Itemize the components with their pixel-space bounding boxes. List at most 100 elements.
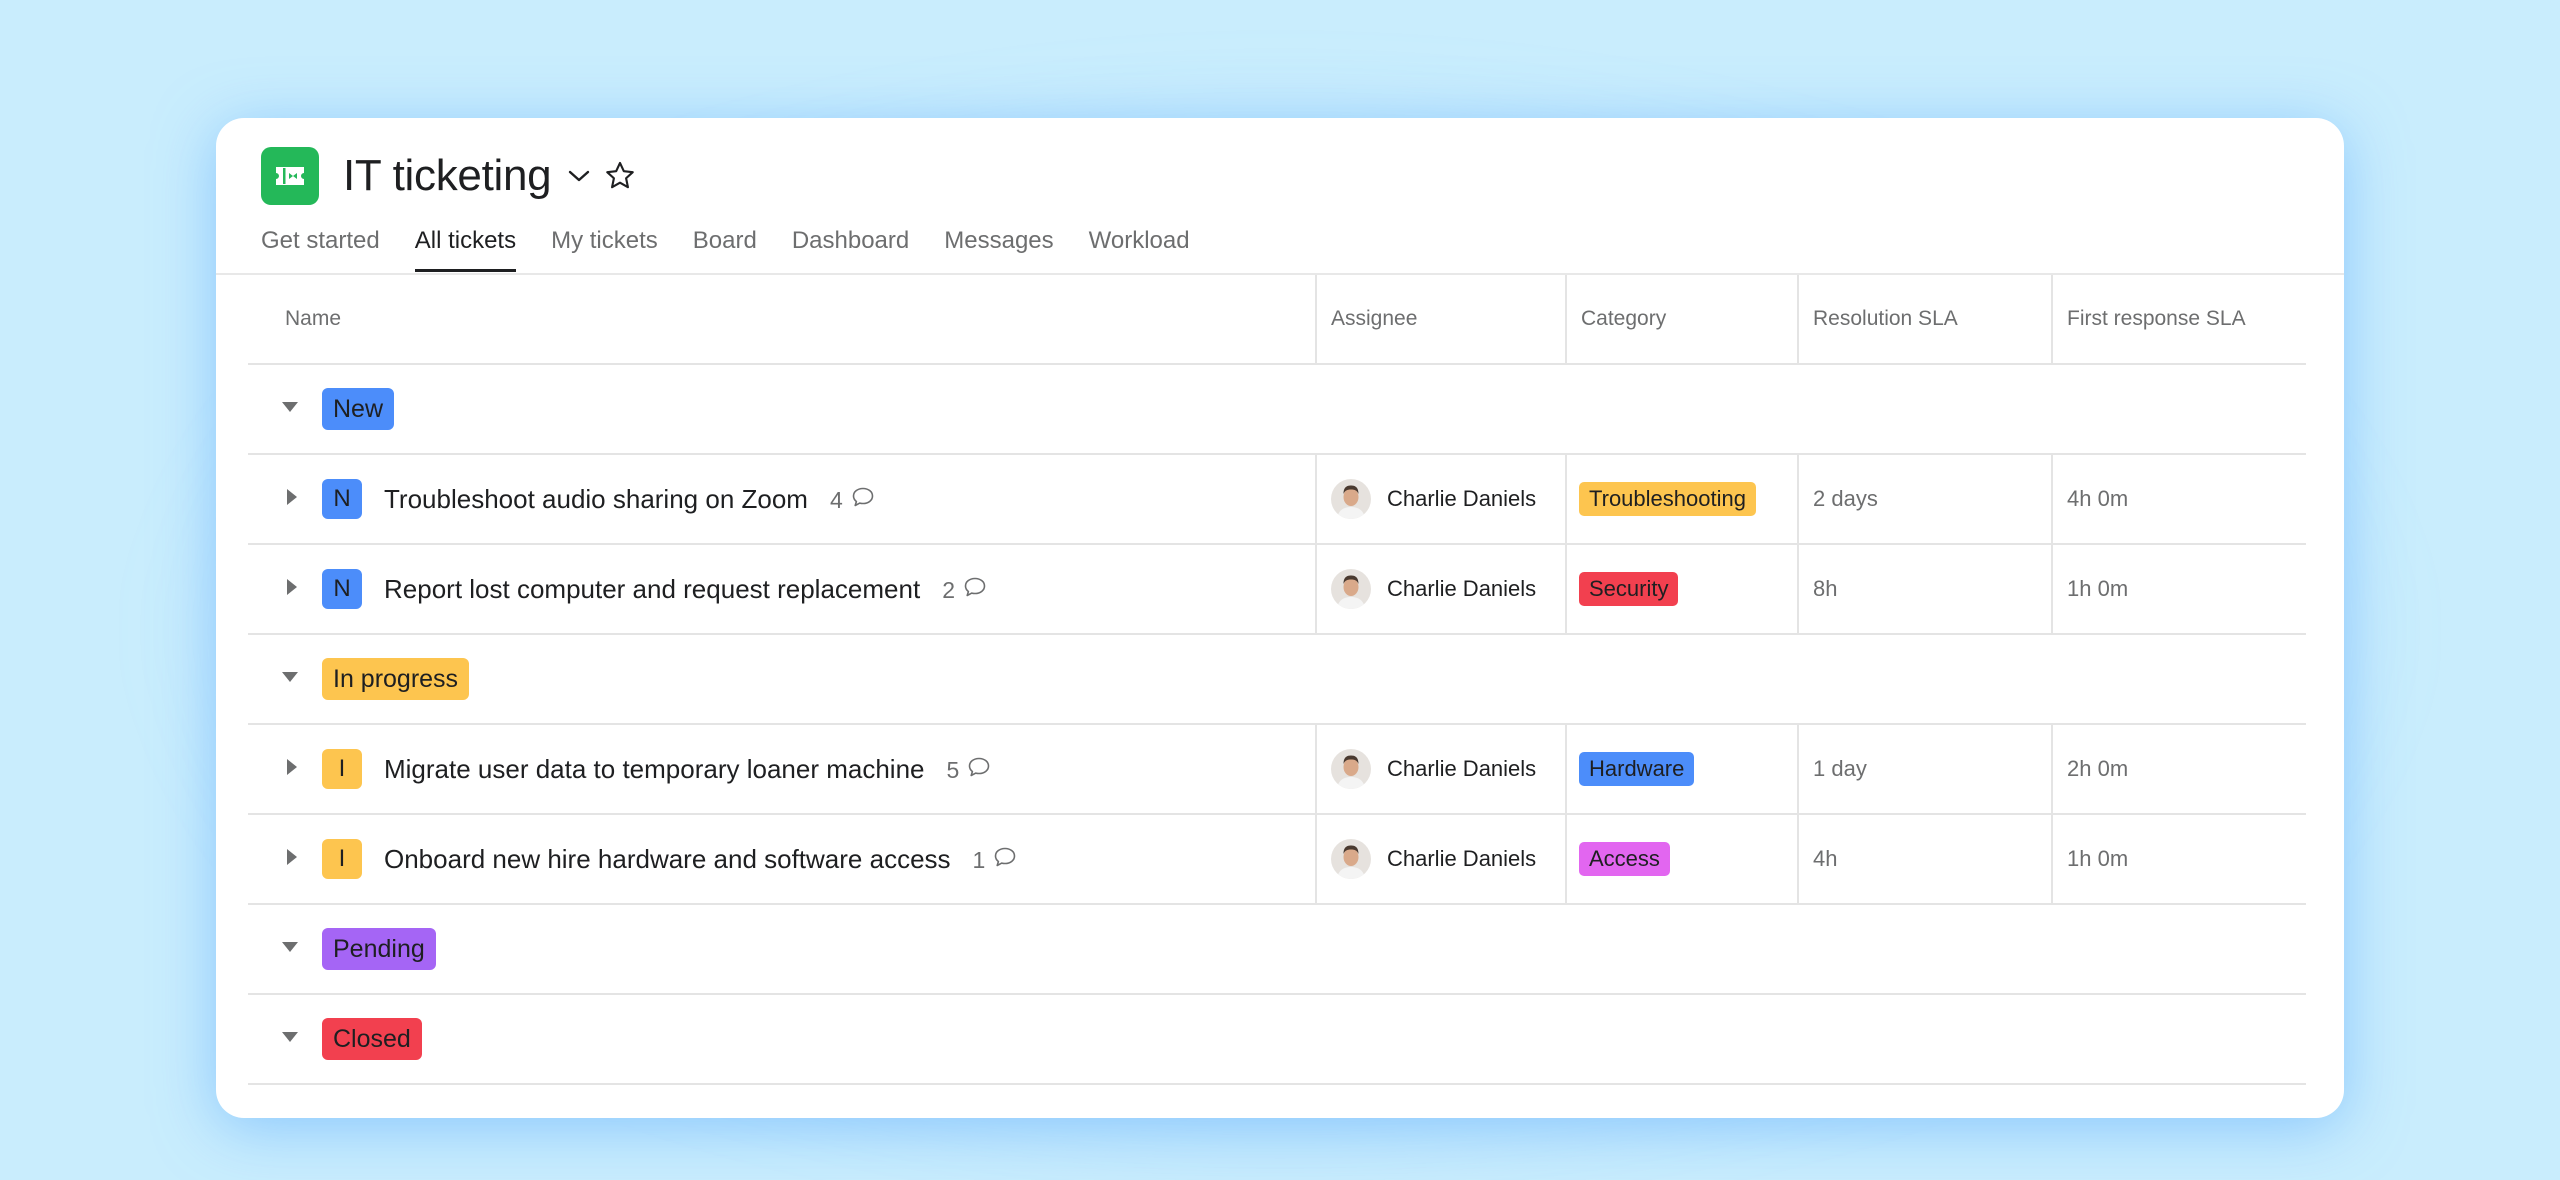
task-name-text[interactable]: Migrate user data to temporary loaner ma… — [384, 754, 925, 784]
caret-right-icon[interactable] — [286, 847, 298, 872]
tab-my-tickets[interactable]: My tickets — [551, 226, 658, 272]
column-header-resolution-sla[interactable]: Resolution SLA — [1799, 307, 1958, 331]
assignee-cell[interactable]: Charlie Daniels — [1315, 545, 1565, 633]
avatar — [1331, 839, 1371, 879]
comment-count-value: 4 — [829, 486, 843, 513]
assignee-name: Charlie Daniels — [1387, 846, 1537, 871]
column-header-category[interactable]: Category — [1567, 307, 1666, 331]
table-row[interactable]: N Report lost computer and request replac… — [248, 545, 2306, 635]
comment-count-value: 2 — [942, 576, 955, 603]
caret-down-icon[interactable] — [280, 1030, 300, 1048]
resolution-sla-cell[interactable]: 1 day — [1797, 725, 2051, 813]
table-row[interactable]: I Migrate user data to temporary loaner m… — [248, 725, 2306, 815]
first-response-sla-cell[interactable]: 1h 0m — [2051, 815, 2304, 903]
ticket-icon — [261, 147, 319, 205]
category-cell[interactable]: Troubleshooting — [1565, 455, 1797, 543]
avatar — [1331, 749, 1371, 789]
task-initial-badge: I — [322, 839, 362, 879]
resolution-sla-value: 2 days — [1813, 486, 1878, 511]
column-header-name[interactable]: Name — [248, 307, 341, 331]
assignee-cell[interactable]: Charlie Daniels — [1315, 815, 1565, 903]
caret-right-icon[interactable] — [286, 487, 298, 512]
comment-icon — [843, 486, 875, 514]
project-window: IT ticketing Get started All tickets My ti… — [216, 118, 2344, 1118]
group-row-pending: Pending — [248, 905, 2306, 995]
group-row-in-progress: In progress — [248, 635, 2306, 725]
project-title[interactable]: IT ticketing — [343, 151, 552, 201]
project-tabs: Get started All tickets My tickets Board Das… — [261, 226, 1225, 272]
assignee-cell[interactable]: Charlie Daniels — [1315, 455, 1565, 543]
star-icon[interactable] — [603, 159, 637, 193]
caret-down-icon[interactable] — [280, 400, 300, 418]
table-row[interactable]: I Onboard new hire hardware and software … — [248, 815, 2306, 905]
first-response-sla-value: 4h 0m — [2067, 486, 2129, 511]
comment-count[interactable]: 2 — [942, 576, 987, 604]
assignee-name: Charlie Daniels — [1387, 576, 1537, 601]
avatar — [1331, 479, 1371, 519]
task-name[interactable]: Migrate user data to temporary loaner ma… — [384, 754, 991, 785]
tab-messages[interactable]: Messages — [944, 226, 1053, 272]
category-cell[interactable]: Hardware — [1565, 725, 1797, 813]
caret-down-icon[interactable] — [280, 940, 300, 958]
category-tag: Troubleshooting — [1579, 482, 1756, 516]
category-tag: Access — [1579, 842, 1670, 876]
tab-board[interactable]: Board — [693, 226, 757, 272]
group-badge[interactable]: Pending — [322, 928, 436, 970]
task-name[interactable]: Onboard new hire hardware and software a… — [384, 844, 1017, 875]
table-row[interactable]: N Troubleshoot audio sharing on Zoom 4 Char… — [248, 455, 2306, 545]
category-tag: Hardware — [1579, 752, 1695, 786]
task-name-text[interactable]: Troubleshoot audio sharing on Zoom — [384, 484, 808, 514]
first-response-sla-value: 2h 0m — [2067, 756, 2129, 781]
category-tag: Security — [1579, 572, 1679, 606]
comment-count[interactable]: 5 — [947, 756, 992, 784]
resolution-sla-value: 1 day — [1813, 756, 1867, 781]
project-header: IT ticketing — [261, 147, 637, 205]
resolution-sla-cell[interactable]: 2 days — [1797, 455, 2051, 543]
task-name-text[interactable]: Report lost computer and request replace… — [384, 574, 920, 604]
comment-count-value: 1 — [972, 846, 986, 873]
category-cell[interactable]: Access — [1565, 815, 1797, 903]
first-response-sla-cell[interactable]: 4h 0m — [2051, 455, 2304, 543]
assignee-name: Charlie Daniels — [1387, 756, 1537, 781]
first-response-sla-cell[interactable]: 2h 0m — [2051, 725, 2304, 813]
resolution-sla-value: 8h — [1813, 576, 1838, 601]
task-name[interactable]: Troubleshoot audio sharing on Zoom 4 — [384, 484, 875, 515]
tab-get-started[interactable]: Get started — [261, 226, 380, 272]
group-badge[interactable]: New — [322, 388, 395, 430]
caret-down-icon[interactable] — [280, 670, 300, 688]
tab-dashboard[interactable]: Dashboard — [792, 226, 909, 272]
caret-right-icon[interactable] — [286, 757, 298, 782]
group-badge[interactable]: In progress — [322, 658, 470, 700]
table-header-row: Name Assignee Category Resolution SLA Fi… — [248, 275, 2306, 365]
task-name-text[interactable]: Onboard new hire hardware and software a… — [384, 844, 951, 874]
resolution-sla-cell[interactable]: 4h — [1797, 815, 2051, 903]
first-response-sla-value: 1h 0m — [2067, 576, 2129, 601]
column-header-first-response-sla[interactable]: First response SLA — [2053, 307, 2246, 331]
task-initial-badge: N — [322, 569, 362, 609]
comment-icon — [955, 576, 987, 604]
resolution-sla-cell[interactable]: 8h — [1797, 545, 2051, 633]
first-response-sla-value: 1h 0m — [2067, 846, 2129, 871]
comment-icon — [959, 756, 991, 784]
column-header-assignee[interactable]: Assignee — [1317, 307, 1417, 331]
group-row-new: New — [248, 365, 2306, 455]
group-badge[interactable]: Closed — [322, 1018, 422, 1060]
ticket-table: Name Assignee Category Resolution SLA Fi… — [248, 275, 2306, 1085]
tab-workload[interactable]: Workload — [1089, 226, 1190, 272]
caret-right-icon[interactable] — [286, 577, 298, 602]
tab-all-tickets[interactable]: All tickets — [414, 226, 517, 272]
avatar — [1331, 569, 1371, 609]
category-cell[interactable]: Security — [1565, 545, 1797, 633]
comment-count-value: 5 — [946, 756, 960, 783]
comment-count[interactable]: 4 — [830, 486, 875, 514]
comment-icon — [985, 846, 1017, 874]
first-response-sla-cell[interactable]: 1h 0m — [2051, 545, 2304, 633]
task-initial-badge: N — [322, 479, 362, 519]
assignee-name: Charlie Daniels — [1387, 486, 1537, 511]
chevron-down-icon[interactable] — [567, 169, 591, 183]
task-initial-badge: I — [322, 749, 362, 789]
comment-count[interactable]: 1 — [973, 846, 1018, 874]
resolution-sla-value: 4h — [1813, 846, 1838, 871]
assignee-cell[interactable]: Charlie Daniels — [1315, 725, 1565, 813]
task-name[interactable]: Report lost computer and request replace… — [384, 574, 987, 605]
